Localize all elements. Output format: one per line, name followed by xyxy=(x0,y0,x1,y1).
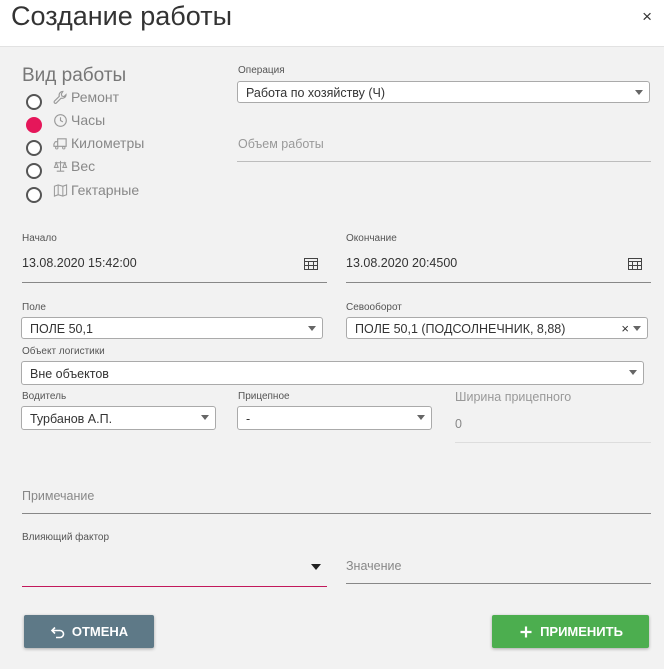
calendar-icon[interactable] xyxy=(304,258,318,270)
apply-button-label: ПРИМЕНИТЬ xyxy=(540,624,623,639)
factor-underline xyxy=(22,586,327,587)
radio-hectares[interactable] xyxy=(26,187,42,203)
option-weight[interactable]: Вес xyxy=(53,158,95,174)
chevron-down-icon xyxy=(308,326,316,331)
end-underline xyxy=(346,282,651,283)
start-value[interactable]: 13.08.2020 15:42:00 xyxy=(22,256,137,270)
operation-value: Работа по хозяйству (Ч) xyxy=(246,86,386,100)
trailer-width-input xyxy=(455,442,651,443)
factor-label: Влияющий фактор xyxy=(22,532,110,543)
end-value[interactable]: 13.08.2020 20:4500 xyxy=(346,256,457,270)
logistics-select[interactable]: Вне объектов xyxy=(21,361,644,385)
end-label: Окончание xyxy=(346,233,397,244)
driver-select[interactable]: Турбанов А.П. xyxy=(21,406,216,430)
clock-icon xyxy=(54,113,67,127)
driver-label: Водитель xyxy=(22,391,67,402)
operation-label: Операция xyxy=(238,65,285,76)
calendar-icon[interactable] xyxy=(628,258,642,270)
option-weight-label: Вес xyxy=(71,158,96,174)
logistics-label: Объект логистики xyxy=(22,346,105,357)
dialog-title: Создание работы xyxy=(11,1,232,31)
note-placeholder: Примечание xyxy=(22,489,95,503)
field-label: Поле xyxy=(22,302,46,313)
trailer-width-value: 0 xyxy=(455,417,462,431)
chevron-down-icon xyxy=(633,326,641,331)
chevron-down-icon xyxy=(311,564,321,570)
factor-select[interactable] xyxy=(22,550,327,586)
option-kilometers-label: Километры xyxy=(71,135,145,151)
logistics-value: Вне объектов xyxy=(30,367,109,381)
trailer-value: - xyxy=(246,412,251,426)
rotation-label: Севооборот xyxy=(346,302,402,313)
chevron-down-icon xyxy=(635,90,643,95)
truck-icon xyxy=(53,137,67,149)
volume-placeholder: Объем работы xyxy=(238,137,324,151)
note-input[interactable] xyxy=(22,513,651,514)
option-hours[interactable]: Часы xyxy=(53,112,105,128)
option-repair-label: Ремонт xyxy=(71,89,120,105)
chevron-down-icon xyxy=(201,415,209,420)
driver-value: Турбанов А.П. xyxy=(30,412,113,426)
work-type-title: Вид работы xyxy=(22,65,127,86)
clear-icon[interactable]: × xyxy=(621,321,629,336)
chevron-down-icon xyxy=(417,415,425,420)
radio-hours[interactable] xyxy=(26,117,42,133)
option-hours-label: Часы xyxy=(71,112,106,128)
option-hectares[interactable]: Гектарные xyxy=(53,182,139,198)
radio-weight[interactable] xyxy=(26,163,42,179)
field-select[interactable]: ПОЛЕ 50,1 xyxy=(21,317,323,339)
undo-icon xyxy=(50,626,65,638)
radio-repair[interactable] xyxy=(26,94,42,110)
rotation-value: ПОЛЕ 50,1 (ПОДСОЛНЕЧНИК, 8,88) xyxy=(355,322,566,336)
chevron-down-icon xyxy=(629,370,637,375)
radio-kilometers[interactable] xyxy=(26,140,42,156)
factor-value-input[interactable] xyxy=(346,583,651,584)
start-underline xyxy=(22,282,327,283)
apply-button[interactable]: ПРИМЕНИТЬ xyxy=(492,615,649,648)
option-kilometers[interactable]: Километры xyxy=(53,135,144,151)
cancel-button-label: ОТМЕНА xyxy=(71,624,129,639)
wrench-icon xyxy=(53,90,67,104)
map-icon xyxy=(53,183,68,197)
trailer-label: Прицепное xyxy=(238,391,290,402)
option-hectares-label: Гектарные xyxy=(71,182,140,198)
trailer-width-label: Ширина прицепного xyxy=(455,390,572,404)
plus-icon xyxy=(520,626,532,637)
trailer-select[interactable]: - xyxy=(237,406,432,430)
start-label: Начало xyxy=(22,233,57,244)
rotation-select[interactable]: ПОЛЕ 50,1 (ПОДСОЛНЕЧНИК, 8,88) × xyxy=(346,317,648,339)
dialog-header: Создание работы × xyxy=(0,0,664,47)
close-icon[interactable]: × xyxy=(642,7,652,27)
cancel-button[interactable]: ОТМЕНА xyxy=(24,615,154,648)
operation-select[interactable]: Работа по хозяйству (Ч) xyxy=(237,81,650,103)
field-value: ПОЛЕ 50,1 xyxy=(30,322,93,336)
option-repair[interactable]: Ремонт xyxy=(53,89,119,105)
scale-icon xyxy=(53,160,68,172)
volume-input[interactable] xyxy=(237,161,651,162)
factor-value-placeholder: Значение xyxy=(346,559,402,573)
